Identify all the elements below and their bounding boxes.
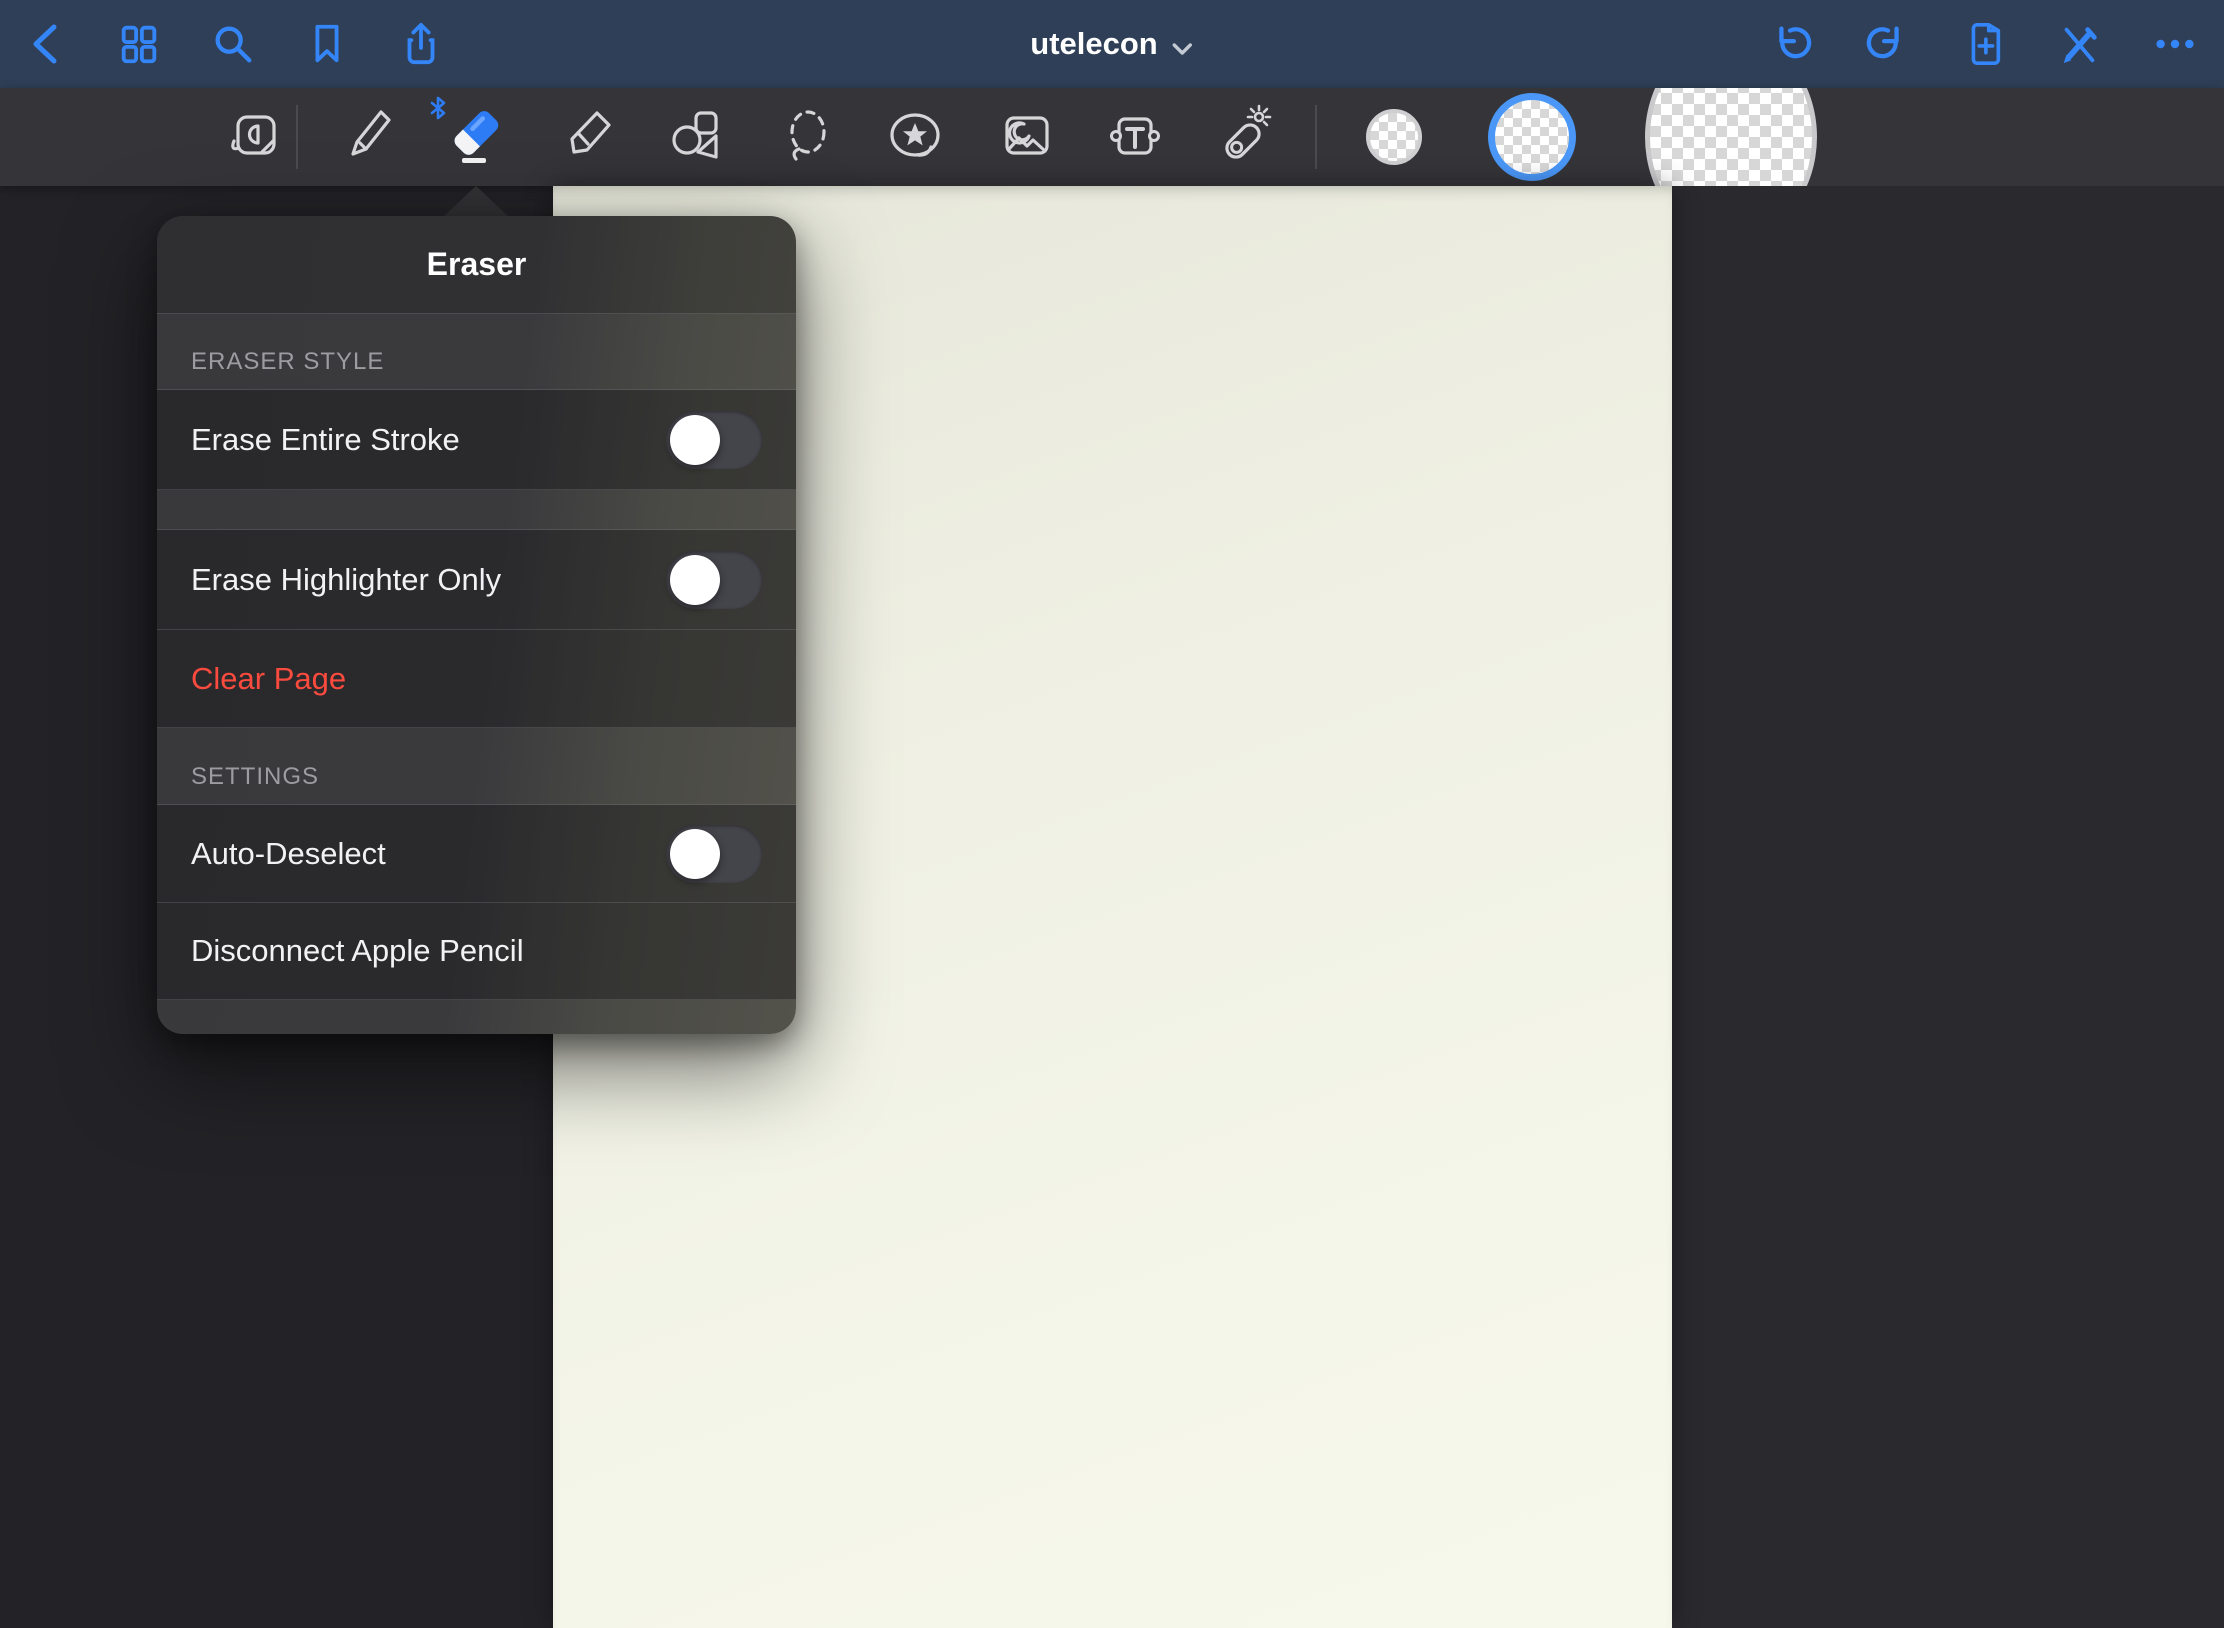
tool-sticker[interactable] bbox=[882, 88, 948, 186]
laser-pointer-icon bbox=[1211, 103, 1275, 172]
back-chevron-icon bbox=[28, 21, 62, 67]
row-auto-deselect: Auto-Deselect bbox=[157, 805, 796, 903]
row-disconnect-apple-pencil[interactable]: Disconnect Apple Pencil bbox=[157, 903, 796, 1000]
tool-pan-scroll[interactable] bbox=[221, 88, 287, 186]
row-erase-entire-stroke: Erase Entire Stroke bbox=[157, 390, 796, 490]
share-icon bbox=[398, 21, 444, 67]
bookmark-button[interactable] bbox=[304, 21, 350, 67]
canvas-background-right bbox=[1672, 186, 2224, 1628]
more-button[interactable] bbox=[2152, 21, 2198, 67]
section-header-eraser-style: ERASER STYLE bbox=[157, 314, 796, 390]
popover-footer bbox=[157, 1000, 796, 1034]
ellipsis-icon bbox=[2152, 21, 2198, 67]
section-header-settings: SETTINGS bbox=[157, 728, 796, 805]
share-button[interactable] bbox=[398, 21, 444, 67]
tool-eraser[interactable] bbox=[442, 88, 508, 186]
undo-button[interactable] bbox=[1768, 21, 1814, 67]
toggle-knob bbox=[670, 415, 720, 465]
tool-lasso[interactable] bbox=[775, 88, 841, 186]
erase-highlighter-only-toggle[interactable] bbox=[666, 551, 762, 609]
search-icon bbox=[210, 21, 256, 67]
shapes-icon bbox=[664, 103, 728, 172]
bookmark-icon bbox=[304, 21, 350, 67]
erase-entire-stroke-label: Erase Entire Stroke bbox=[191, 422, 666, 458]
toolbar-divider bbox=[1315, 105, 1317, 169]
chevron-down-icon bbox=[1172, 28, 1194, 64]
tool-image[interactable] bbox=[992, 88, 1058, 186]
pen-icon bbox=[334, 103, 398, 172]
tool-pen[interactable] bbox=[333, 88, 399, 186]
tool-laser-pointer[interactable] bbox=[1210, 88, 1276, 186]
tools-toolbar bbox=[0, 88, 2224, 186]
text-icon bbox=[1102, 103, 1166, 172]
erase-entire-stroke-toggle[interactable] bbox=[666, 411, 762, 469]
add-page-icon bbox=[1960, 21, 2006, 67]
eraser-icon bbox=[443, 103, 507, 172]
auto-deselect-toggle[interactable] bbox=[666, 825, 762, 883]
row-erase-highlighter-only: Erase Highlighter Only bbox=[157, 530, 796, 630]
eraser-size-medium-selected[interactable] bbox=[1488, 93, 1576, 181]
image-icon bbox=[993, 103, 1057, 172]
lasso-icon bbox=[776, 103, 840, 172]
eraser-size-small[interactable] bbox=[1366, 109, 1422, 165]
grid-icon bbox=[116, 21, 162, 67]
tool-highlighter[interactable] bbox=[554, 88, 620, 186]
nav-left-group bbox=[22, 0, 444, 88]
redo-icon bbox=[1864, 21, 1910, 67]
erase-highlighter-only-label: Erase Highlighter Only bbox=[191, 562, 666, 598]
search-button[interactable] bbox=[210, 21, 256, 67]
sticker-icon bbox=[883, 103, 947, 172]
eraser-size-large-shape bbox=[1645, 88, 1817, 186]
undo-icon bbox=[1768, 21, 1814, 67]
nav-right-group bbox=[1768, 0, 2198, 88]
row-clear-page[interactable]: Clear Page bbox=[157, 630, 796, 728]
section-gap bbox=[157, 490, 796, 530]
toggle-knob bbox=[670, 555, 720, 605]
back-button[interactable] bbox=[22, 21, 68, 67]
pages-overview-button[interactable] bbox=[116, 21, 162, 67]
bluetooth-icon bbox=[426, 94, 450, 127]
toolbar-divider bbox=[296, 105, 298, 169]
top-navigation-bar: utelecon bbox=[0, 0, 2224, 88]
auto-deselect-label: Auto-Deselect bbox=[191, 836, 666, 872]
eraser-size-large[interactable] bbox=[1645, 88, 1817, 186]
highlighter-icon bbox=[555, 103, 619, 172]
eraser-popover: Eraser ERASER STYLE Erase Entire Stroke … bbox=[157, 216, 796, 1034]
document-title-dropdown[interactable]: utelecon bbox=[1030, 0, 1193, 88]
popover-title: Eraser bbox=[157, 216, 796, 314]
pencil-cross-icon bbox=[2056, 21, 2102, 67]
tool-text[interactable] bbox=[1101, 88, 1167, 186]
redo-button[interactable] bbox=[1864, 21, 1910, 67]
popover-arrow bbox=[444, 186, 508, 216]
clear-page-label: Clear Page bbox=[191, 661, 762, 697]
pencil-cross-button[interactable] bbox=[2056, 21, 2102, 67]
disconnect-apple-pencil-label: Disconnect Apple Pencil bbox=[191, 933, 762, 969]
document-title: utelecon bbox=[1030, 26, 1157, 62]
add-page-button[interactable] bbox=[1960, 21, 2006, 67]
pan-scroll-icon bbox=[222, 103, 286, 172]
tool-shapes[interactable] bbox=[663, 88, 729, 186]
toggle-knob bbox=[670, 829, 720, 879]
